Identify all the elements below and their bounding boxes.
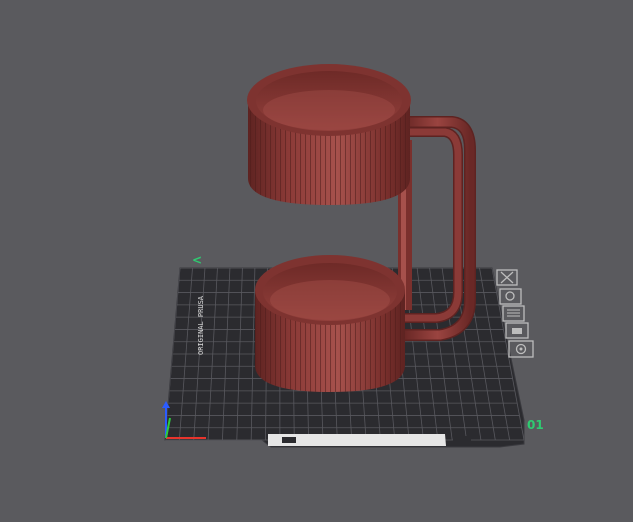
mug-lower-cup[interactable]: [255, 255, 405, 392]
bed-corner-label-right: 01: [527, 418, 544, 432]
support-icon[interactable]: [505, 322, 529, 339]
list-icon[interactable]: [502, 305, 525, 322]
bed-logo-text: ORIGINAL PRUSA: [197, 295, 205, 355]
gear-icon[interactable]: [499, 288, 522, 305]
close-icon[interactable]: [496, 269, 518, 286]
eye-icon[interactable]: [508, 340, 534, 358]
bed-corner-label-top: <: [192, 253, 202, 267]
scene: ORIGINAL PRUSA < 01: [162, 64, 544, 448]
3d-viewport[interactable]: ORIGINAL PRUSA < 01: [0, 0, 633, 522]
mug-upper-cup[interactable]: [247, 64, 411, 205]
